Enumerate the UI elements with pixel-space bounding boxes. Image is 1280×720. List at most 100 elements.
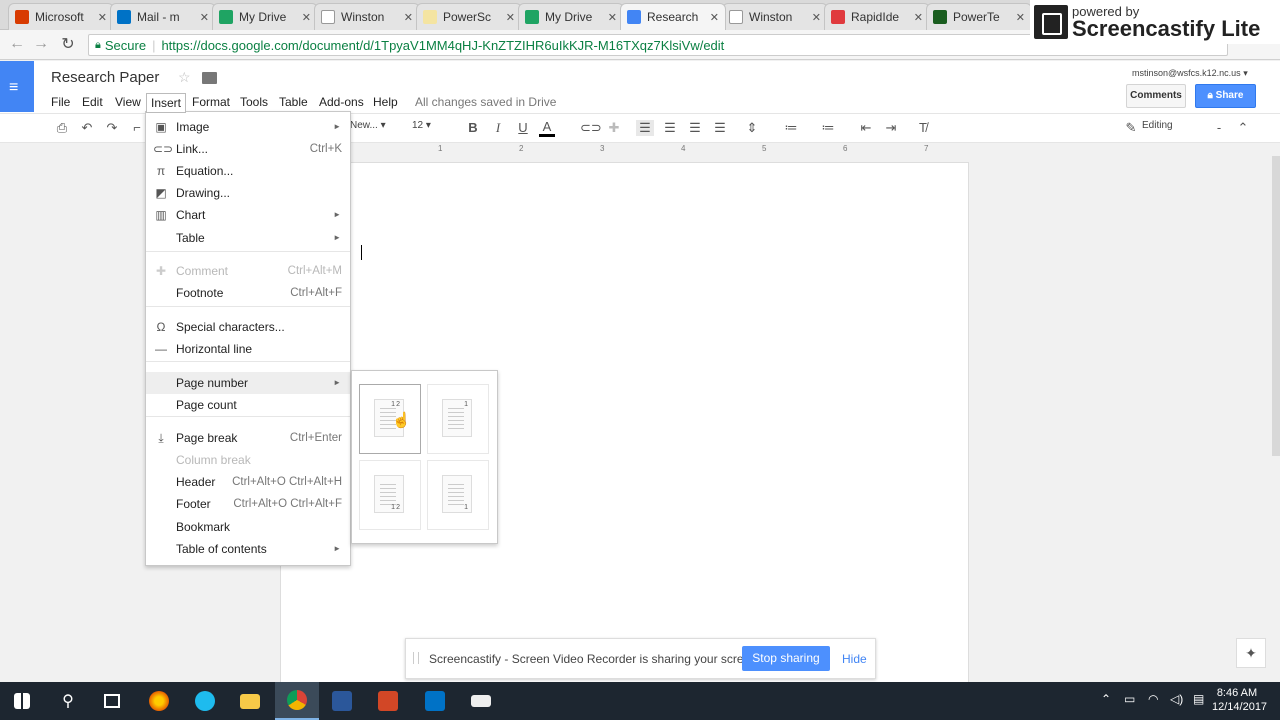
comments-button[interactable]: Comments — [1126, 84, 1186, 108]
drag-handle-icon[interactable] — [413, 652, 419, 664]
menu-item-horizontal-line[interactable]: — Horizontal line — [146, 338, 350, 360]
menu-format[interactable]: Format — [188, 93, 234, 111]
text-color-icon[interactable]: A — [539, 120, 555, 137]
editing-mode-select[interactable]: Editing — [1142, 120, 1173, 131]
decrease-indent-icon[interactable]: ⇤ — [857, 120, 875, 136]
reload-icon[interactable]: ↻ — [58, 34, 78, 54]
page-number-option[interactable]: 12 — [359, 460, 421, 530]
undo-icon[interactable]: ↶ — [78, 120, 96, 136]
menu-item-link[interactable]: ⊂⊃ Link... Ctrl+K — [146, 138, 350, 160]
taskbar-firefox[interactable] — [137, 682, 181, 720]
browser-tab[interactable]: PowerSc ✕ — [416, 3, 522, 30]
browser-tab[interactable]: My Drive ✕ — [518, 3, 624, 30]
menu-item-equation[interactable]: π Equation... — [146, 160, 350, 182]
menu-edit[interactable]: Edit — [78, 93, 107, 111]
page-number-option[interactable]: 1 — [427, 460, 489, 530]
taskbar-chrome[interactable] — [275, 682, 319, 720]
menu-item-table-of-contents[interactable]: Table of contents ► — [146, 538, 350, 560]
vertical-scrollbar[interactable] — [1272, 156, 1280, 456]
explore-icon[interactable]: ✦ — [1236, 638, 1266, 668]
tab-close-icon[interactable]: ✕ — [404, 11, 413, 24]
menu-item-chart[interactable]: ▥ Chart ► — [146, 204, 350, 226]
line-spacing-icon[interactable]: ⇕ — [743, 120, 761, 136]
collapse-menus-icon[interactable]: ⌃ — [1234, 120, 1252, 136]
menu-file[interactable]: File — [47, 93, 74, 111]
menu-item-special-characters[interactable]: Ω Special characters... — [146, 316, 350, 338]
hide-button[interactable]: Hide — [842, 652, 867, 666]
start-button[interactable] — [0, 682, 44, 720]
menu-item-page-break[interactable]: ⤓ Page break Ctrl+Enter — [146, 427, 350, 449]
docs-home-icon[interactable]: ≡ — [0, 61, 34, 112]
tab-close-icon[interactable]: ✕ — [200, 11, 209, 24]
tab-close-icon[interactable]: ✕ — [1016, 11, 1025, 24]
search-button[interactable]: ⚲ — [46, 682, 90, 720]
browser-tab[interactable]: Mail - m ✕ — [110, 3, 216, 30]
task-view-button[interactable] — [90, 682, 134, 720]
taskbar-ie[interactable] — [183, 682, 227, 720]
taskbar-powerpoint[interactable] — [366, 682, 410, 720]
user-email[interactable]: mstinson@wsfcs.k12.nc.us ▾ — [1132, 68, 1248, 79]
document-title[interactable]: Research Paper — [51, 69, 159, 86]
bold-icon[interactable]: B — [464, 120, 482, 135]
browser-tab[interactable]: Winston ✕ — [314, 3, 420, 30]
page-number-option[interactable]: 12 — [359, 384, 421, 454]
back-icon[interactable]: ← — [7, 35, 27, 53]
increase-indent-icon[interactable]: ⇥ — [882, 120, 900, 136]
menu-item-footer[interactable]: Footer Ctrl+Alt+O Ctrl+Alt+F — [146, 493, 350, 515]
menu-item-page-count[interactable]: Page count — [146, 394, 350, 416]
italic-icon[interactable]: I — [489, 120, 507, 136]
browser-tab[interactable]: Microsoft ✕ — [8, 3, 114, 30]
browser-tab[interactable]: My Drive ✕ — [212, 3, 318, 30]
comment-icon[interactable]: ✚ — [605, 120, 623, 136]
menu-table[interactable]: Table — [275, 93, 312, 111]
link-icon[interactable]: ⊂⊃ — [580, 120, 602, 136]
browser-tab[interactable]: Research ✕ — [620, 3, 726, 30]
system-clock[interactable]: 8:46 AM 12/14/2017 — [1212, 686, 1267, 714]
menu-item-image[interactable]: ▣ Image ► — [146, 116, 350, 138]
tab-close-icon[interactable]: ✕ — [302, 11, 311, 24]
taskbar-outlook[interactable] — [413, 682, 457, 720]
taskbar-word[interactable] — [320, 682, 364, 720]
tab-close-icon[interactable]: ✕ — [506, 11, 515, 24]
font-select[interactable]: New... ▾ — [350, 120, 386, 131]
menu-view[interactable]: View — [111, 93, 145, 111]
browser-tab[interactable]: PowerTe ✕ — [926, 3, 1032, 30]
menu-insert[interactable]: Insert — [146, 93, 187, 113]
align-left-icon[interactable]: ☰ — [636, 120, 654, 136]
tab-close-icon[interactable]: ✕ — [914, 11, 923, 24]
wifi-icon[interactable]: ◠ — [1148, 692, 1158, 706]
battery-icon[interactable]: ▭ — [1124, 692, 1135, 706]
print-icon[interactable]: ⎙ — [53, 120, 71, 136]
menu-help[interactable]: Help — [369, 93, 402, 111]
taskbar-explorer[interactable] — [228, 682, 272, 720]
mode-dropdown-icon[interactable]: - — [1210, 120, 1228, 135]
ruler[interactable] — [280, 144, 970, 156]
tab-close-icon[interactable]: ✕ — [710, 11, 719, 24]
menu-item-page-number[interactable]: Page number ► — [146, 372, 350, 394]
taskbar-screencastify[interactable] — [459, 682, 503, 720]
clear-formatting-icon[interactable]: T̸ — [914, 120, 932, 135]
folder-icon[interactable] — [202, 72, 217, 84]
menu-item-bookmark[interactable]: Bookmark — [146, 516, 350, 538]
menu-item-table[interactable]: Table ► — [146, 227, 350, 249]
menu-item-footnote[interactable]: Footnote Ctrl+Alt+F — [146, 282, 350, 304]
numbered-list-icon[interactable]: ≔ — [782, 120, 800, 136]
align-right-icon[interactable]: ☰ — [686, 120, 704, 136]
redo-icon[interactable]: ↷ — [103, 120, 121, 136]
tab-close-icon[interactable]: ✕ — [608, 11, 617, 24]
share-button[interactable]: 🔒︎ Share — [1195, 84, 1256, 108]
star-icon[interactable]: ☆ — [178, 69, 191, 86]
menu-addons[interactable]: Add-ons — [315, 93, 368, 111]
menu-item-drawing[interactable]: ◩ Drawing... — [146, 182, 350, 204]
page-number-option[interactable]: 1 — [427, 384, 489, 454]
menu-item-header[interactable]: Header Ctrl+Alt+O Ctrl+Alt+H — [146, 471, 350, 493]
forward-icon[interactable]: → — [31, 35, 51, 53]
notification-icon[interactable]: ▤ — [1193, 692, 1204, 706]
justify-icon[interactable]: ☰ — [711, 120, 729, 136]
browser-tab[interactable]: Winston ✕ — [722, 3, 828, 30]
chevron-up-icon[interactable]: ⌃ — [1101, 692, 1111, 706]
align-center-icon[interactable]: ☰ — [661, 120, 679, 136]
stop-sharing-button[interactable]: Stop sharing — [742, 646, 830, 671]
volume-icon[interactable]: ◁) — [1170, 692, 1183, 706]
tab-close-icon[interactable]: ✕ — [98, 11, 107, 24]
